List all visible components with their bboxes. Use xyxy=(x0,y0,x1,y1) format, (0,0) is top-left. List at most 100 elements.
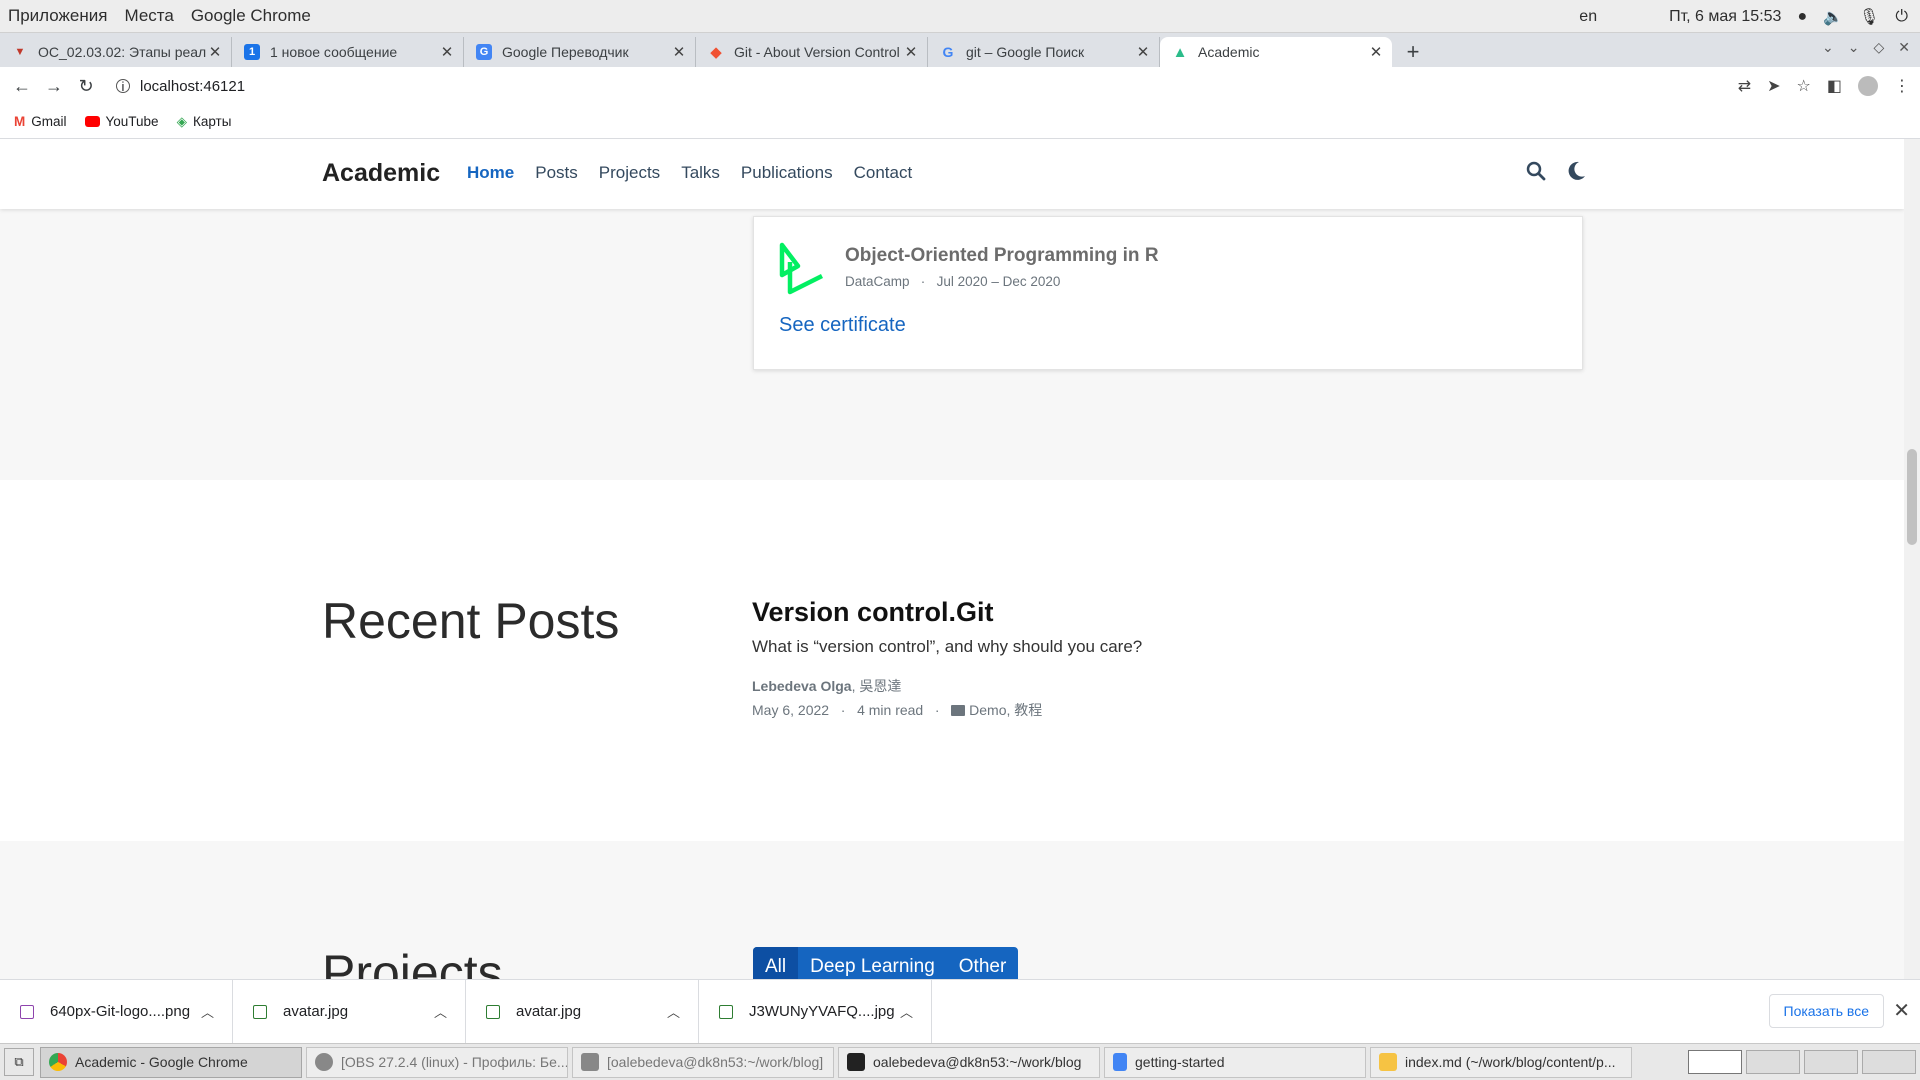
microphone-icon[interactable]: 🎙 xyxy=(1859,7,1879,27)
post-meta: May 6, 2022 · 4 min read · Demo, 教程 xyxy=(752,702,1043,718)
chevron-up-icon[interactable]: ︿ xyxy=(667,1002,680,1021)
download-filename: avatar.jpg xyxy=(516,1003,582,1020)
nav-contact[interactable]: Contact xyxy=(854,163,913,183)
page-scrollbar[interactable] xyxy=(1904,139,1920,979)
project-filter-group: All Deep Learning Other xyxy=(753,947,1019,979)
site-navbar: Academic Home Posts Projects Talks Publi… xyxy=(0,139,1904,209)
nav-publications[interactable]: Publications xyxy=(741,163,833,183)
send-icon[interactable]: ➤ xyxy=(1767,76,1780,96)
site-nav-links: Home Posts Projects Talks Publications C… xyxy=(467,163,912,183)
close-icon[interactable]: ✕ xyxy=(439,43,455,61)
taskbar-window-terminal-2[interactable]: oalebedeva@dk8n53:~/work/blog xyxy=(838,1046,1100,1078)
tab-translate[interactable]: G Google Переводчик ✕ xyxy=(464,37,696,67)
author-link[interactable]: Lebedeva Olga xyxy=(752,678,852,694)
new-tab-button[interactable]: + xyxy=(1398,37,1428,67)
close-icon[interactable]: ✕ xyxy=(671,43,687,61)
dark-mode-moon-icon[interactable] xyxy=(1568,161,1586,187)
download-item[interactable]: avatar.jpg ︿ xyxy=(466,979,699,1044)
accomplishment-dates: Jul 2020 – Dec 2020 xyxy=(936,274,1061,289)
power-icon[interactable]: ⏻ xyxy=(1895,8,1908,26)
nav-projects[interactable]: Projects xyxy=(599,163,660,183)
close-icon[interactable]: ✕ xyxy=(207,43,223,61)
accomplishment-meta: DataCamp · Jul 2020 – Dec 2020 xyxy=(845,274,1061,289)
close-icon[interactable]: ✕ xyxy=(903,43,919,61)
system-top-bar: Приложения Места Google Chrome en Пт, 6 … xyxy=(0,0,1920,33)
bookmarks-bar: M Gmail YouTube ◈ Карты xyxy=(0,105,1920,139)
tab-google-search[interactable]: G git – Google Поиск ✕ xyxy=(928,37,1160,67)
url-text[interactable]: localhost:46121 xyxy=(140,78,245,95)
tab-search-icon[interactable]: ⌄ xyxy=(1822,39,1834,56)
taskbar-window-label: [oalebedeva@dk8n53:~/work/blog] xyxy=(607,1054,824,1070)
taskbar-window-docs[interactable]: getting-started xyxy=(1104,1046,1366,1078)
taskbar-window-chrome[interactable]: Academic - Google Chrome xyxy=(40,1046,302,1078)
tab-moodle[interactable]: ▼ ОС_02.03.02: Этапы реализа ✕ xyxy=(0,37,232,67)
tab-messages[interactable]: 1 1 новое сообщение ✕ xyxy=(232,37,464,67)
download-item[interactable]: 640px-Git-logo....png ︿ xyxy=(0,979,233,1044)
download-item[interactable]: avatar.jpg ︿ xyxy=(233,979,466,1044)
image-file-icon xyxy=(20,1004,34,1019)
side-panel-icon[interactable]: ◧ xyxy=(1827,76,1842,96)
show-desktop-icon[interactable]: ⧉ xyxy=(4,1048,34,1076)
bookmark-youtube[interactable]: YouTube xyxy=(84,114,159,129)
taskbar: ⧉ Academic - Google Chrome [OBS 27.2.4 (… xyxy=(0,1043,1920,1080)
nav-talks[interactable]: Talks xyxy=(681,163,720,183)
workspace-3[interactable] xyxy=(1804,1050,1858,1074)
post-title-link[interactable]: Version control.Git xyxy=(752,597,994,628)
filter-all-button[interactable]: All xyxy=(753,947,799,979)
see-certificate-link[interactable]: See certificate xyxy=(779,314,906,337)
reload-icon[interactable]: ↻ xyxy=(70,76,102,97)
app-menu[interactable]: Google Chrome xyxy=(191,6,311,26)
filter-deep-learning-button[interactable]: Deep Learning xyxy=(798,947,947,979)
close-icon[interactable]: ✕ xyxy=(1135,43,1151,61)
filter-other-button[interactable]: Other xyxy=(947,947,1019,979)
chevron-up-icon[interactable]: ︿ xyxy=(900,1002,913,1021)
tab-title: ОС_02.03.02: Этапы реализа xyxy=(38,44,207,60)
taskbar-window-editor[interactable]: index.md (~/work/blog/content/p... xyxy=(1370,1046,1632,1078)
minimize-icon[interactable]: ⌄ xyxy=(1848,39,1860,56)
tab-strip: ▼ ОС_02.03.02: Этапы реализа ✕ 1 1 новое… xyxy=(0,33,1920,67)
back-icon[interactable]: ← xyxy=(6,76,38,97)
downloads-shelf: 640px-Git-logo....png ︿ avatar.jpg ︿ ava… xyxy=(0,979,1920,1044)
download-filename: avatar.jpg xyxy=(283,1003,349,1020)
obs-icon xyxy=(315,1053,333,1071)
show-all-downloads-button[interactable]: Показать все xyxy=(1768,994,1884,1028)
places-menu[interactable]: Места xyxy=(124,6,173,26)
close-icon[interactable]: ✕ xyxy=(1368,43,1384,61)
info-icon[interactable]: i xyxy=(116,79,130,94)
document-icon xyxy=(1113,1053,1127,1071)
tab-git-docs[interactable]: ◆ Git - About Version Control ✕ xyxy=(696,37,928,67)
translate-page-icon[interactable]: ⇄ xyxy=(1738,76,1751,96)
author-other: , 吳恩達 xyxy=(851,678,902,694)
keyboard-layout-indicator[interactable]: en xyxy=(1579,8,1597,26)
workspace-1[interactable] xyxy=(1688,1050,1742,1074)
address-bar[interactable]: i localhost:46121 xyxy=(116,78,245,95)
site-brand[interactable]: Academic xyxy=(322,159,440,188)
taskbar-window-terminal-1[interactable]: [oalebedeva@dk8n53:~/work/blog] xyxy=(572,1046,834,1078)
scrollbar-thumb[interactable] xyxy=(1907,449,1917,545)
search-icon[interactable] xyxy=(1526,161,1546,187)
chevron-up-icon[interactable]: ︿ xyxy=(434,1002,447,1021)
git-icon: ◆ xyxy=(710,44,722,61)
applications-menu[interactable]: Приложения xyxy=(8,6,107,26)
chevron-up-icon[interactable]: ︿ xyxy=(201,1002,214,1021)
close-window-icon[interactable]: ✕ xyxy=(1898,39,1910,56)
workspace-2[interactable] xyxy=(1746,1050,1800,1074)
profile-avatar-icon[interactable] xyxy=(1858,76,1878,96)
volume-icon[interactable]: 🔈 xyxy=(1823,7,1843,27)
bookmark-gmail[interactable]: M Gmail xyxy=(14,114,67,129)
close-icon[interactable]: ✕ xyxy=(1893,998,1910,1023)
menu-icon[interactable]: ⋮ xyxy=(1894,76,1910,96)
clock[interactable]: Пт, 6 мая 15:53 xyxy=(1669,8,1781,26)
workspace-4[interactable] xyxy=(1862,1050,1916,1074)
download-item[interactable]: J3WUNyYVAFQ....jpg ︿ xyxy=(699,979,932,1044)
post-summary[interactable]: What is “version control”, and why shoul… xyxy=(752,637,1142,657)
bookmark-star-icon[interactable]: ☆ xyxy=(1797,76,1811,96)
taskbar-window-obs[interactable]: [OBS 27.2.4 (linux) - Профиль: Бе... xyxy=(306,1046,568,1078)
nav-posts[interactable]: Posts xyxy=(535,163,578,183)
forward-icon[interactable]: → xyxy=(38,76,70,97)
maximize-icon[interactable]: ◇ xyxy=(1873,39,1884,56)
nav-home[interactable]: Home xyxy=(467,163,514,183)
tab-academic[interactable]: ▲ Academic ✕ xyxy=(1160,37,1392,67)
bookmark-maps[interactable]: ◈ Карты xyxy=(177,114,232,130)
post-categories[interactable]: Demo, 教程 xyxy=(969,702,1042,718)
